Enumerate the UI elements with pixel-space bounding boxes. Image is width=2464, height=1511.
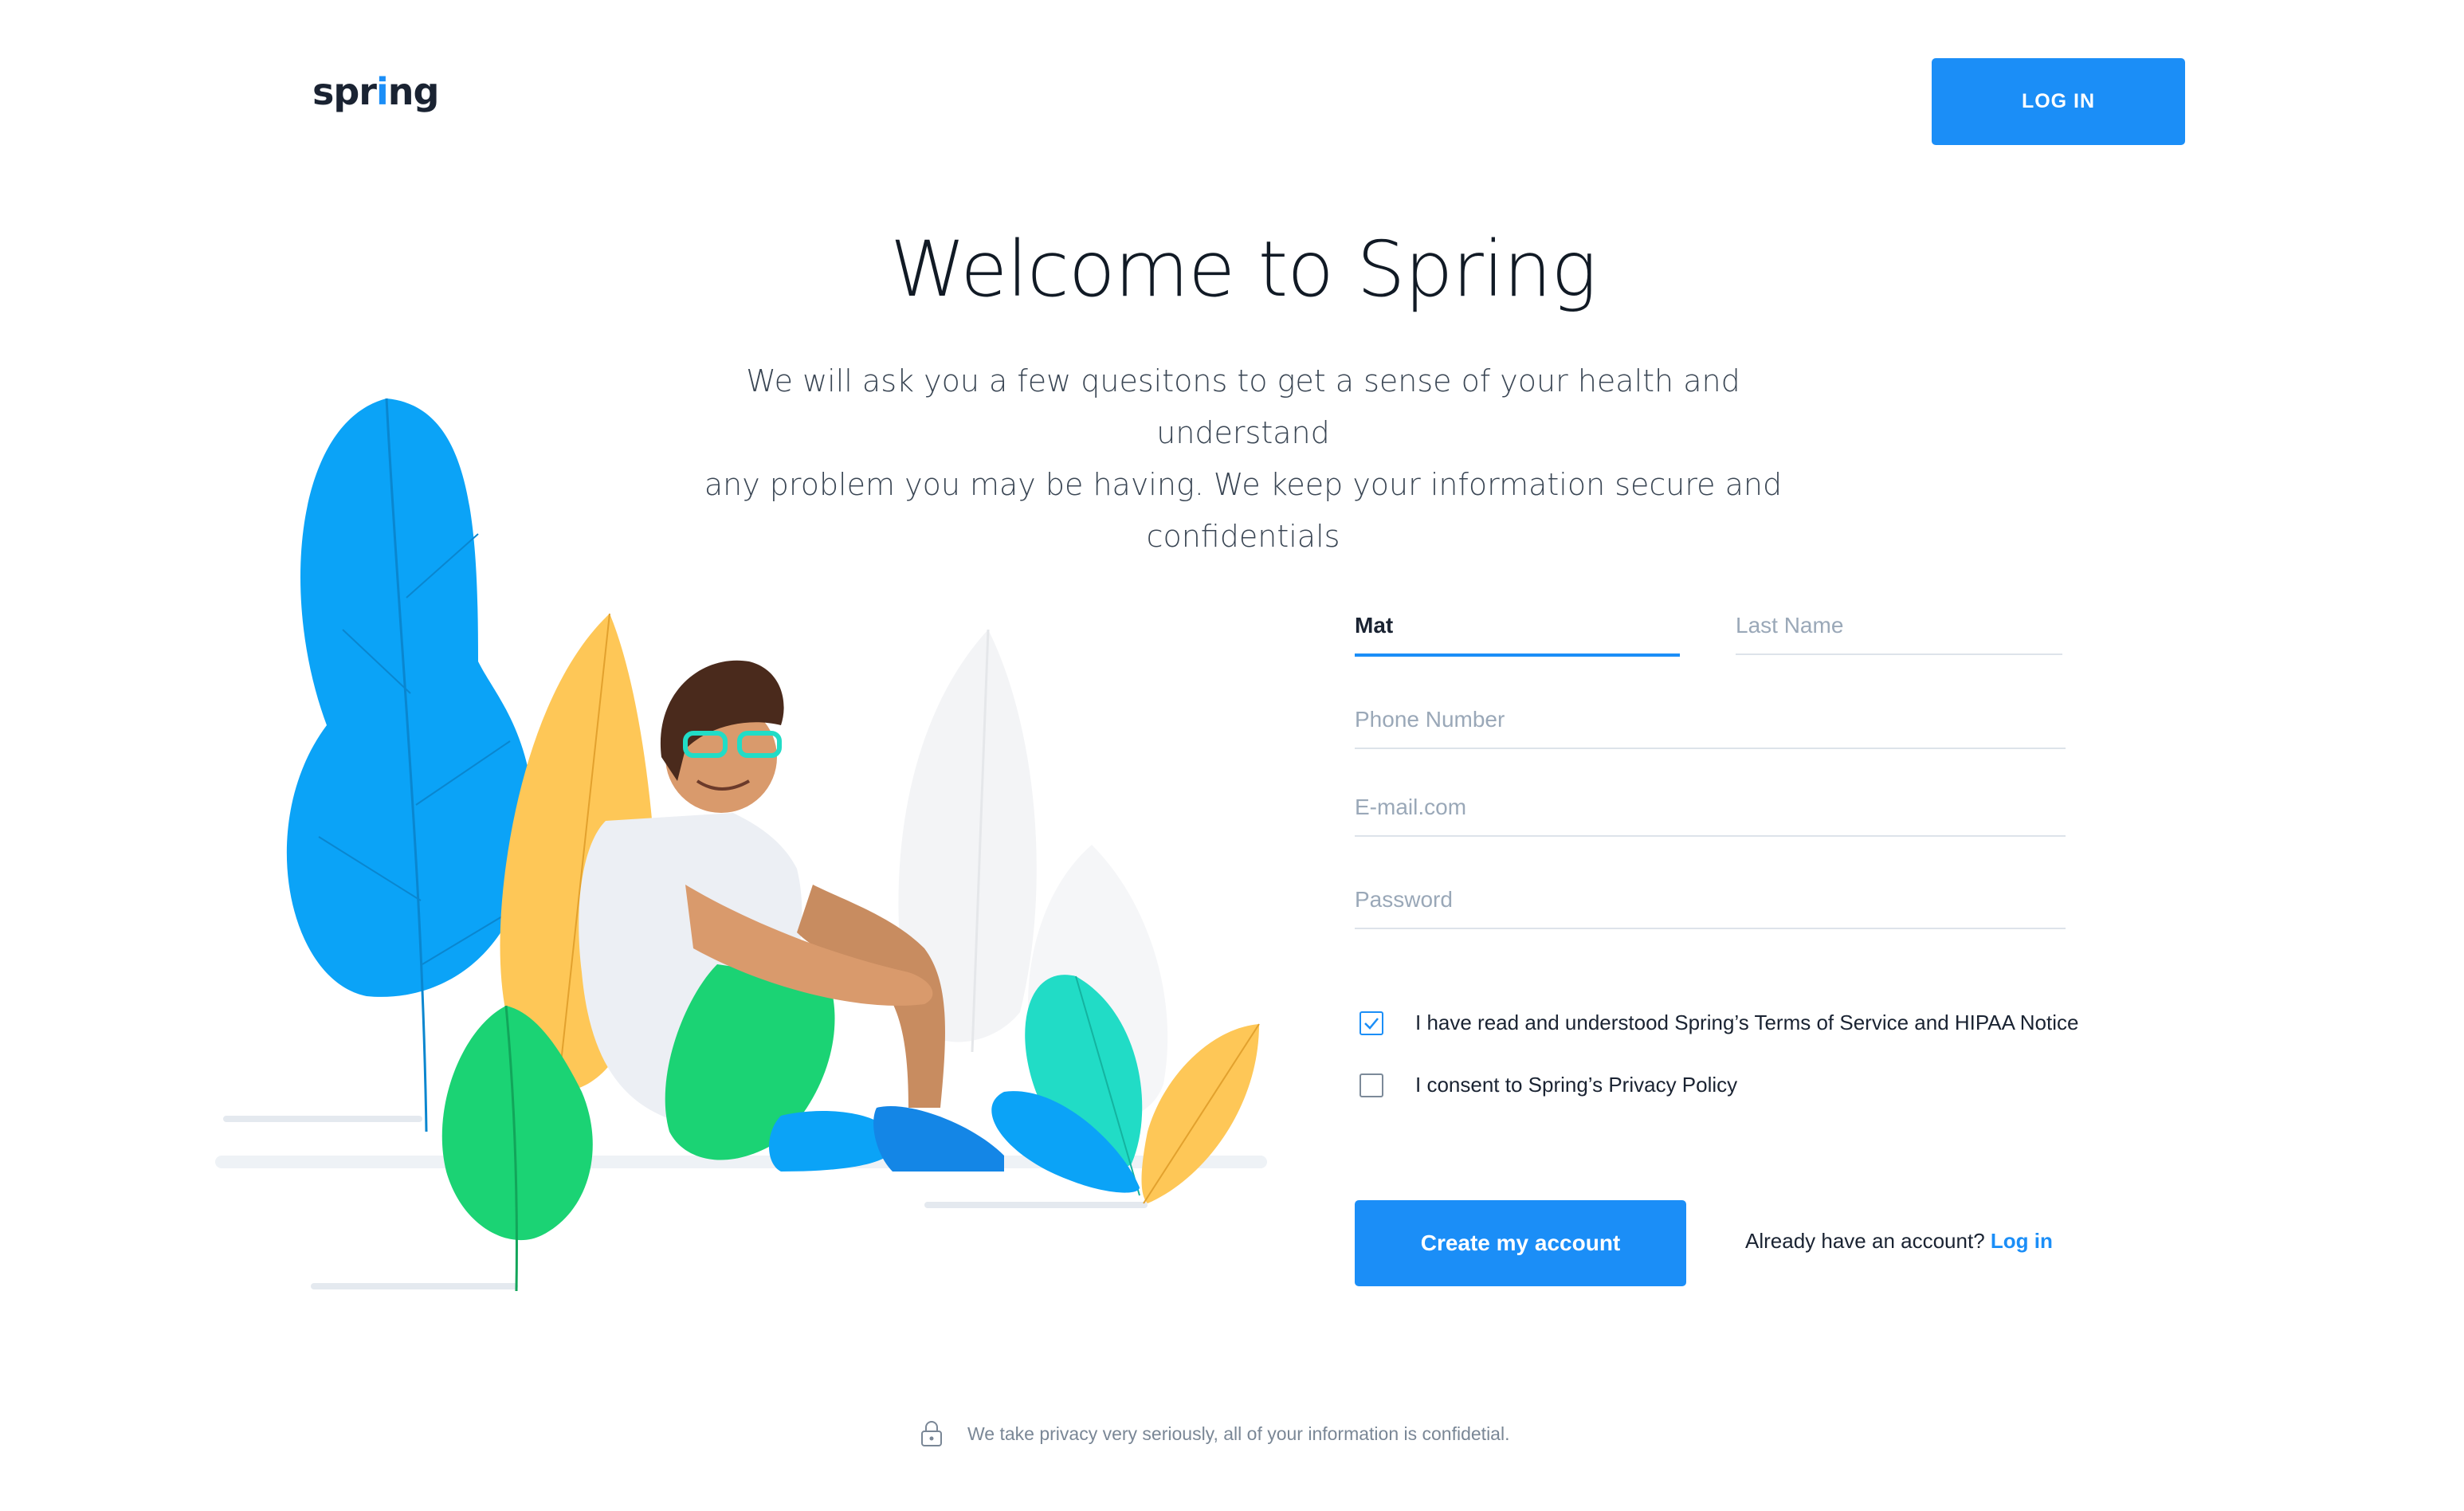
first-name-input[interactable]	[1355, 598, 1680, 657]
terms-consent-row: I have read and understood Spring’s Term…	[1355, 1011, 2078, 1035]
privacy-checkbox[interactable]	[1360, 1073, 1383, 1097]
last-name-input[interactable]	[1736, 598, 2062, 655]
ground-shadow-2	[223, 1116, 422, 1122]
blue-leaf	[286, 398, 534, 997]
check-icon	[1364, 1017, 1379, 1030]
login-button[interactable]: LOG IN	[1932, 58, 2185, 145]
ground-shadow-4	[924, 1202, 1148, 1208]
privacy-note: We take privacy very seriously, all of y…	[920, 1420, 1509, 1447]
terms-checkbox[interactable]	[1360, 1011, 1383, 1035]
create-account-button[interactable]: Create my account	[1355, 1200, 1686, 1286]
already-have-account: Already have an account? Log in	[1745, 1229, 2053, 1253]
login-link[interactable]: Log in	[1991, 1229, 2053, 1253]
logo-dot-letter: i	[376, 70, 389, 113]
privacy-label: I consent to Spring’s Privacy Policy	[1415, 1073, 1738, 1097]
password-input[interactable]	[1355, 872, 2066, 929]
terms-label: I have read and understood Spring’s Term…	[1415, 1011, 2079, 1034]
phone-number-input[interactable]	[1355, 692, 2066, 749]
spring-logo: spring	[312, 70, 439, 113]
privacy-consent-row: I consent to Spring’s Privacy Policy	[1355, 1073, 1737, 1097]
lock-icon	[921, 1421, 942, 1446]
person-shoe-2	[873, 1106, 1004, 1172]
ground-shadow-3	[311, 1283, 518, 1289]
page-title: Welcome to Spring	[890, 225, 1597, 314]
email-input[interactable]	[1355, 779, 2066, 837]
illustration	[215, 398, 1267, 1292]
